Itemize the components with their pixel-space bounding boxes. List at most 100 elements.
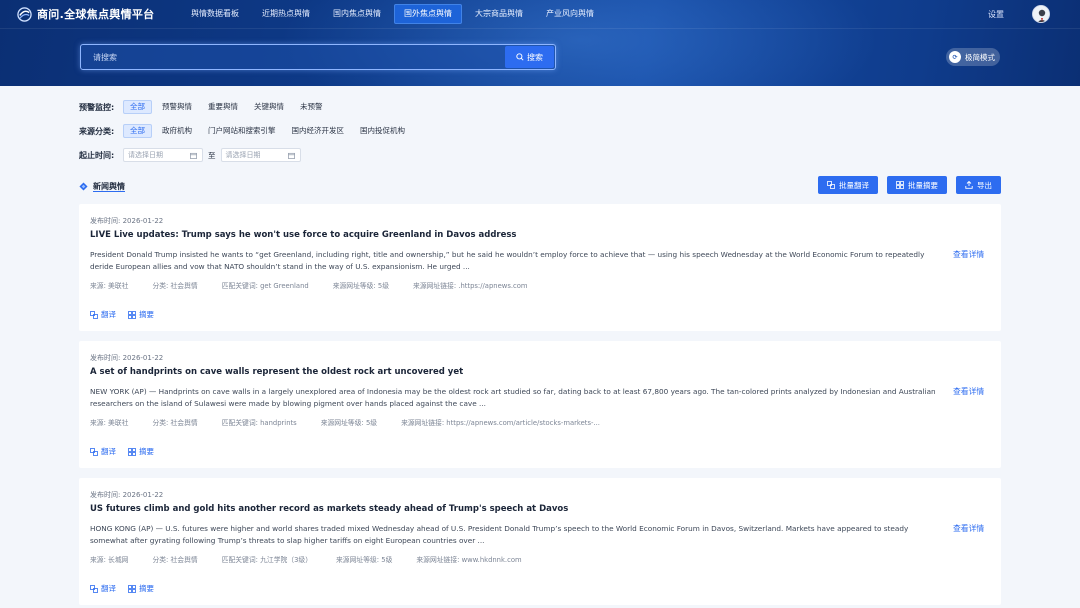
source-chip-government[interactable]: 政府机构 [156,124,198,138]
end-date-picker[interactable]: 请选择日期 [220,148,301,162]
source-chip-investment[interactable]: 国内投促机构 [354,124,411,138]
nav-item-recent-hot[interactable]: 近期热点舆情 [252,4,320,24]
export-icon [965,181,973,189]
summary-icon [128,447,136,456]
article-keyword: 匹配关键词: 九江学院（3级） [221,556,313,564]
summary-icon [896,181,904,189]
article-summary: NEW YORK (AP) — Handprints on cave walls… [90,387,936,408]
translate-button[interactable]: 翻译 [90,583,116,594]
article-category: 分类: 社会舆情 [152,556,198,564]
translate-icon [90,584,98,593]
summary-button[interactable]: 摘要 [128,583,154,594]
app-logo[interactable]: 商问.全球焦点舆情平台 [17,6,154,22]
search-icon [516,53,524,61]
translate-label: 翻译 [101,310,116,319]
nav-item-foreign[interactable]: 国外焦点舆情 [394,4,462,24]
summary-label: 摘要 [139,584,154,593]
article-title[interactable]: LIVE Live updates: Trump says he won't u… [90,230,516,240]
translate-button[interactable]: 翻译 [90,446,116,457]
date-separator: 至 [208,150,216,160]
warning-chip-all[interactable]: 全部 [123,100,152,114]
date-filter-row: 起止时间: 请选择日期 至 请选择日期 [79,148,301,162]
warning-chip-none[interactable]: 未预警 [294,100,329,114]
article-link: 来源网址链接: www.hkdnnk.com [416,556,522,564]
nav-item-industry[interactable]: 产业风向舆情 [536,4,604,24]
search-input[interactable] [81,45,506,69]
translate-icon [90,310,98,319]
article-title[interactable]: US futures climb and gold hits another r… [90,504,568,514]
article-category: 分类: 社会舆情 [152,419,198,427]
view-detail-link[interactable]: 查看详情 [953,523,984,534]
view-detail-link[interactable]: 查看详情 [953,249,984,260]
search-box: 搜索 [80,44,556,70]
nav-item-commodity[interactable]: 大宗商品舆情 [465,4,533,24]
batch-summary-button[interactable]: 批量摘要 [887,176,947,194]
warning-chip-key[interactable]: 关键舆情 [248,100,290,114]
nav-item-dashboard[interactable]: 舆情数据看板 [181,4,249,24]
article-date: 发布时间: 2026-01-22 [90,491,164,499]
calendar-icon [287,152,295,159]
calendar-icon [190,152,197,159]
search-button-label: 搜索 [527,52,543,62]
translate-button[interactable]: 翻译 [90,309,116,320]
settings-link[interactable]: 设置 [988,9,1004,20]
warning-chip-alert[interactable]: 预警舆情 [156,100,198,114]
warning-chip-important[interactable]: 重要舆情 [202,100,244,114]
translate-label: 翻译 [101,584,116,593]
source-chip-portal[interactable]: 门户网站和搜索引擎 [202,124,282,138]
summary-button[interactable]: 摘要 [128,309,154,320]
search-button[interactable]: 搜索 [505,46,554,68]
top-bar: 商问.全球焦点舆情平台 舆情数据看板 近期热点舆情 国内焦点舆情 国外焦点舆情 … [0,0,1080,28]
article-actions: 翻译 摘要 [90,583,154,594]
header-banner: 商问.全球焦点舆情平台 舆情数据看板 近期热点舆情 国内焦点舆情 国外焦点舆情 … [0,0,1080,86]
article-card: 发布时间: 2026-01-22 LIVE Live updates: Trum… [79,204,1001,331]
article-link: 来源网址链接: https://apnews.com/article/stock… [401,419,600,427]
translate-icon [827,181,835,189]
nav-item-domestic[interactable]: 国内焦点舆情 [323,4,391,24]
source-chip-dev-zone[interactable]: 国内经济开发区 [286,124,351,138]
article-level: 来源网址等级: 5级 [320,419,378,427]
article-category: 分类: 社会舆情 [152,282,198,290]
section-header: 新闻舆情 [79,181,125,192]
bulk-actions: 批量翻译 批量摘要 导出 [818,176,1001,194]
translate-label: 翻译 [101,447,116,456]
summary-button[interactable]: 摘要 [128,446,154,457]
article-keyword: 匹配关键词: handprints [221,419,297,427]
batch-translate-button[interactable]: 批量翻译 [818,176,878,194]
warning-filter-row: 预警监控: 全部 预警舆情 重要舆情 关键舆情 未预警 [79,100,333,114]
article-card: 发布时间: 2026-01-22 US futures climb and go… [79,478,1001,605]
minimal-mode-toggle[interactable]: ⟳ 极简模式 [946,48,1000,66]
article-meta: 来源: 美联社 分类: 社会舆情 匹配关键词: handprints 来源网址等… [90,417,624,427]
article-title[interactable]: A set of handprints on cave walls repres… [90,367,463,377]
news-section-icon [79,182,88,191]
view-detail-link[interactable]: 查看详情 [953,386,984,397]
source-filter-label: 来源分类: [79,126,115,136]
export-button[interactable]: 导出 [956,176,1001,194]
article-actions: 翻译 摘要 [90,309,154,320]
batch-translate-label: 批量翻译 [839,180,869,190]
mode-toggle-label: 极简模式 [965,52,995,62]
date-filter-label: 起止时间: [79,150,115,160]
section-title: 新闻舆情 [93,182,125,191]
article-meta: 来源: 长城网 分类: 社会舆情 匹配关键词: 九江学院（3级） 来源网址等级:… [90,554,546,564]
start-date-picker[interactable]: 请选择日期 [123,148,203,162]
source-chip-all[interactable]: 全部 [123,124,152,138]
user-avatar-icon [1033,6,1049,22]
logo-icon [17,6,32,22]
batch-summary-label: 批量摘要 [908,180,938,190]
article-level: 来源网址等级: 5级 [332,282,390,290]
export-label: 导出 [977,180,992,190]
article-summary: President Donald Trump insisted he wants… [90,250,925,271]
article-link: 来源网址链接: .https://apnews.com [413,282,528,290]
avatar[interactable] [1032,5,1050,23]
translate-icon [90,447,98,456]
article-date: 发布时间: 2026-01-22 [90,354,164,362]
article-source: 来源: 美联社 [90,282,129,290]
source-filter-row: 来源分类: 全部 政府机构 门户网站和搜索引擎 国内经济开发区 国内投促机构 [79,124,415,138]
article-keyword: 匹配关键词: get Greenland [221,282,309,290]
article-date: 发布时间: 2026-01-22 [90,217,164,225]
app-title: 商问.全球焦点舆情平台 [37,8,155,21]
article-meta: 来源: 美联社 分类: 社会舆情 匹配关键词: get Greenland 来源… [90,280,552,290]
summary-icon [128,310,136,319]
article-source: 来源: 长城网 [90,556,129,564]
